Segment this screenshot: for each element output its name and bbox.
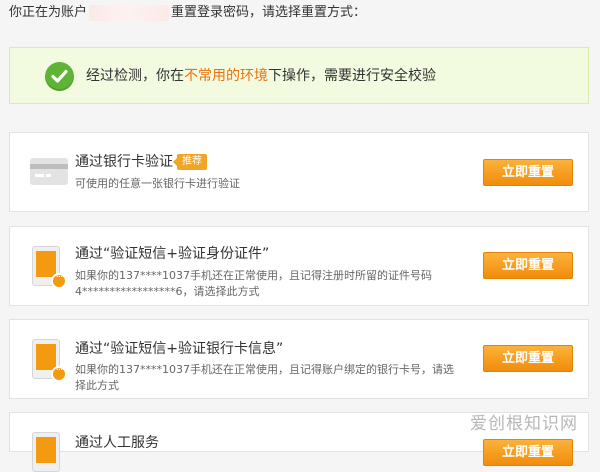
header-suffix: 重置登录密码，请选择重置方式： [171, 5, 367, 20]
method-title: 通过“验证短信+验证身份证件” [75, 246, 270, 262]
method-title: 通过银行卡验证 推荐 [75, 152, 207, 172]
method-card-bank: 通过银行卡验证 推荐 可使用的任意一张银行卡进行验证 立即重置 [9, 132, 589, 212]
reset-sms-bank-button[interactable]: 立即重置 [483, 345, 573, 372]
notice-text: 经过检测，你在不常用的环境下操作，需要进行安全校验 [86, 66, 436, 86]
notice-before: 经过检测，你在 [86, 68, 184, 84]
check-circle-icon [45, 62, 74, 91]
phone-sms-icon [32, 432, 60, 472]
page-header: 你正在为账户 重置登录密码，请选择重置方式： [9, 3, 366, 23]
method-title: 通过“验证短信+验证银行卡信息” [75, 341, 284, 357]
method-desc: 如果你的137****1037手机还在正常使用，且记得账户绑定的银行卡号，请选择… [75, 363, 454, 392]
method-card-sms-id: 通过“验证短信+验证身份证件” 如果你的137****1037手机还在正常使用，… [9, 226, 589, 306]
reset-bank-button[interactable]: 立即重置 [483, 159, 573, 186]
bank-card-icon [30, 158, 68, 185]
notice-highlight: 不常用的环境 [184, 68, 268, 84]
method-desc: 如果你的137****1037手机还在正常使用，且记得注册时所留的证件号码4**… [75, 269, 432, 298]
recommend-badge: 推荐 [173, 154, 207, 170]
reset-manual-button[interactable]: 立即重置 [483, 439, 573, 466]
method-desc: 可使用的任意一张银行卡进行验证 [75, 177, 240, 190]
method-card-sms-bank: 通过“验证短信+验证银行卡信息” 如果你的137****1037手机还在正常使用… [9, 319, 589, 399]
reset-sms-id-button[interactable]: 立即重置 [483, 252, 573, 279]
phone-sms-icon [32, 246, 67, 289]
masked-account [89, 5, 170, 21]
header-prefix: 你正在为账户 [9, 5, 88, 20]
phone-sms-icon [32, 339, 67, 382]
method-title: 通过人工服务 [75, 435, 159, 451]
watermark-text: 爱创根知识网 [470, 414, 578, 434]
security-notice: 经过检测，你在不常用的环境下操作，需要进行安全校验 [9, 47, 589, 104]
notice-after: 下操作，需要进行安全校验 [268, 68, 436, 84]
